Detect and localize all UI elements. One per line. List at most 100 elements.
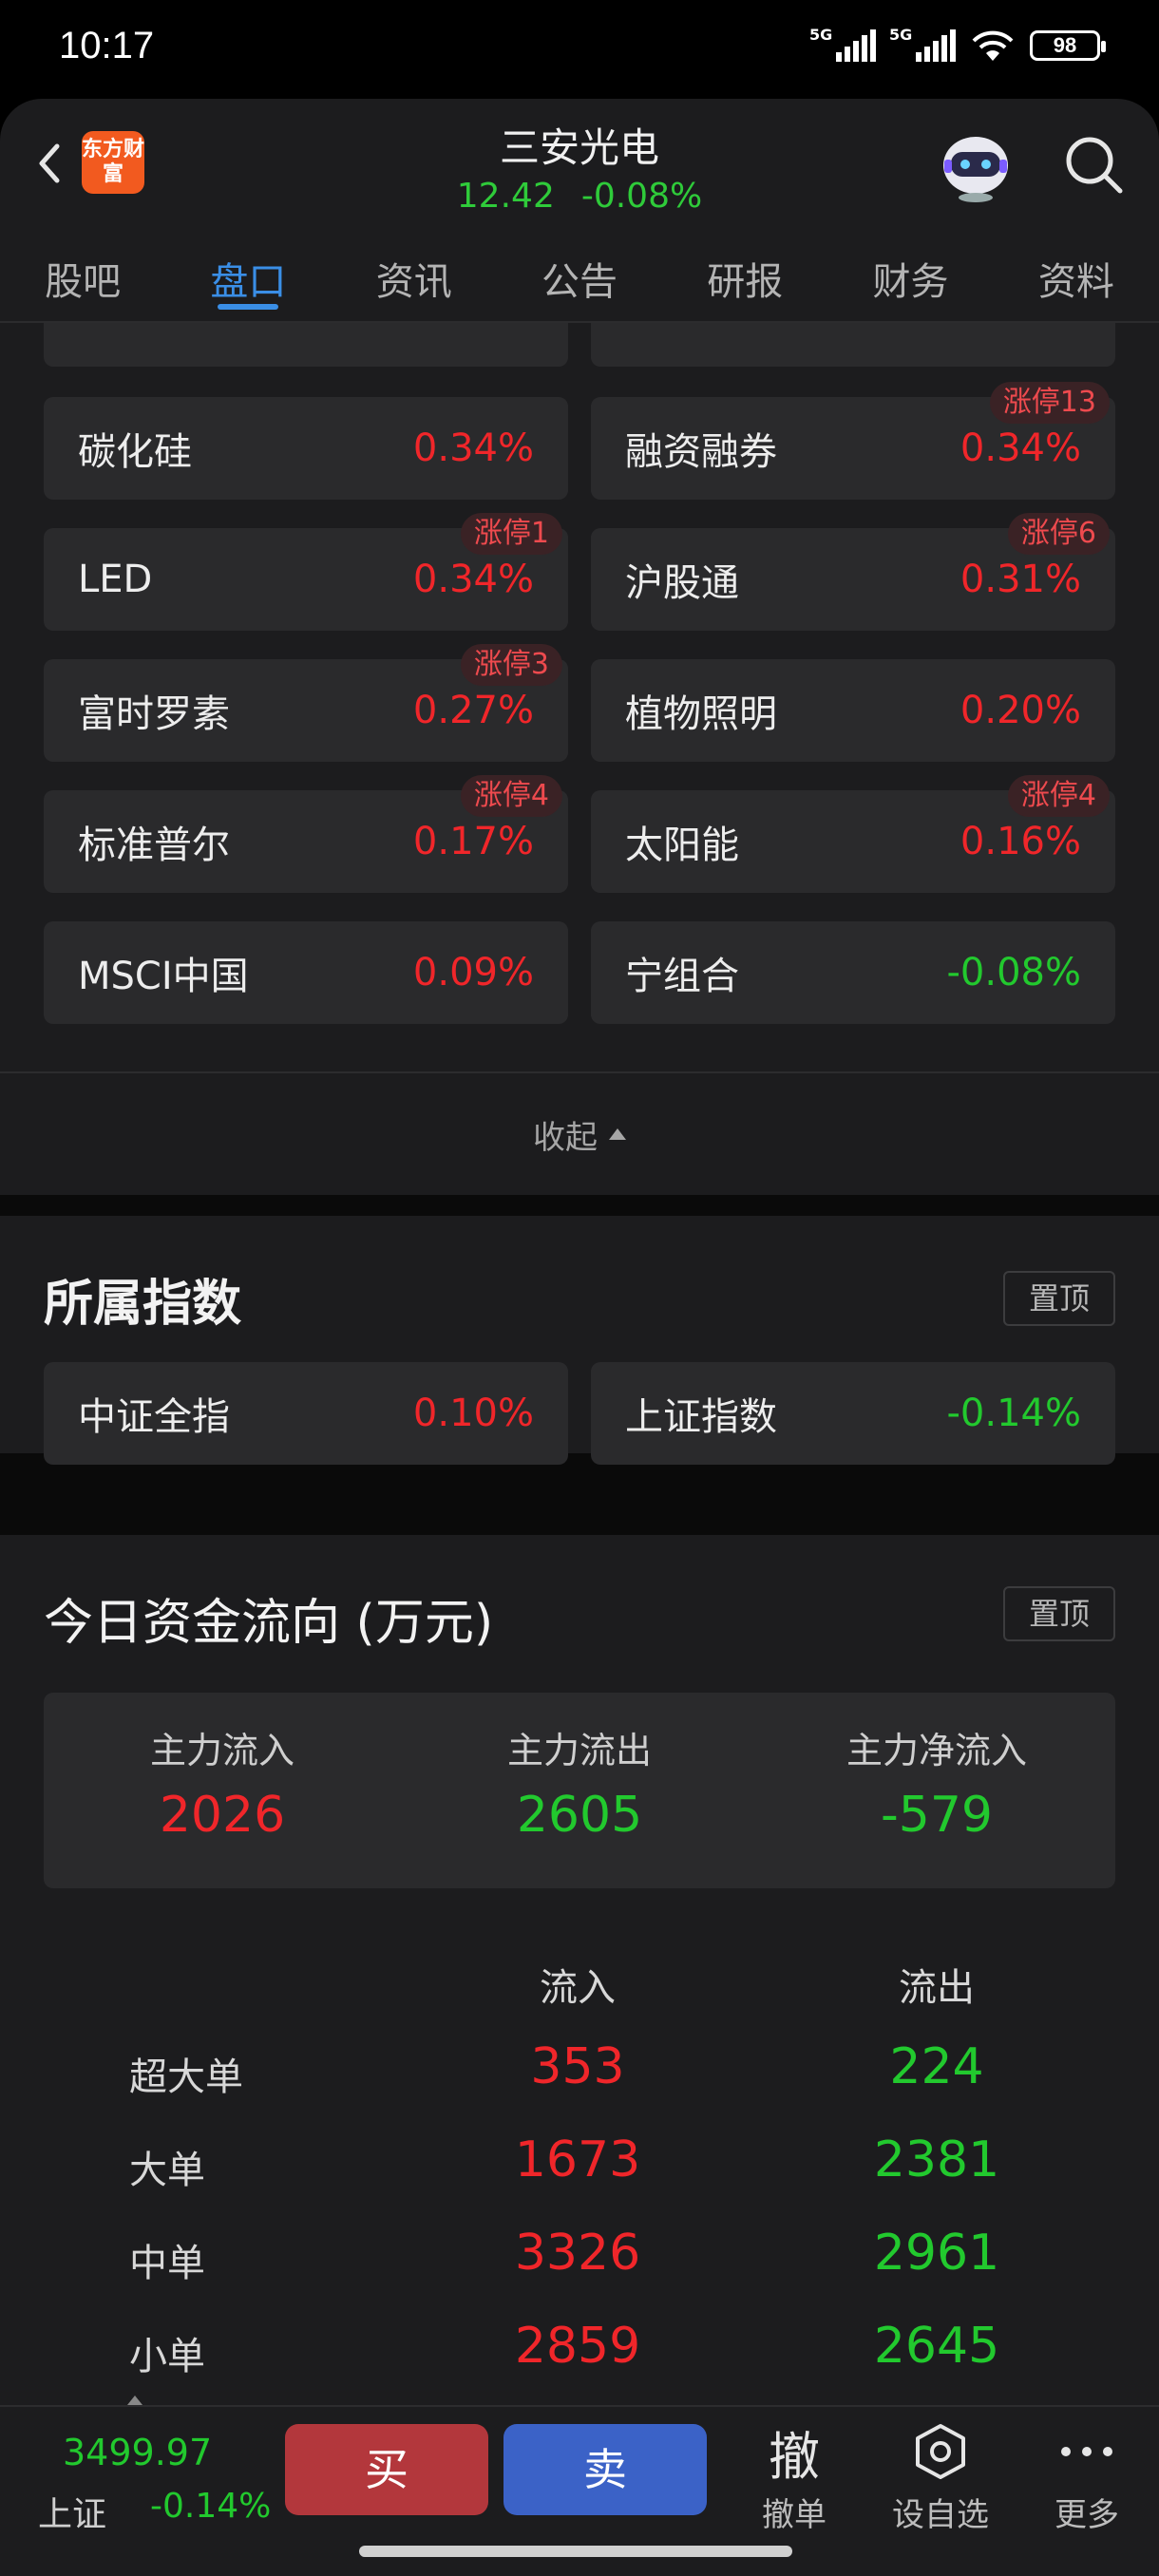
concept-pct: 0.27% [412, 689, 534, 732]
caret-up-icon [609, 1128, 626, 1140]
concept-name: 太阳能 [625, 824, 739, 867]
market-index-name[interactable]: 上证 [38, 2487, 106, 2536]
indices-section: 所属指数 置顶 中证全指 0.10% 上证指数 -0.14% [0, 1216, 1159, 1465]
row-label: 小单 [129, 2335, 205, 2378]
row-out-value: 224 [889, 2038, 984, 2095]
tab-research[interactable]: 研报 [662, 228, 827, 321]
concept-cell[interactable]: 富时罗素 0.27% 涨停3 [44, 644, 568, 762]
concept-cell[interactable]: 宁组合 -0.08% [591, 921, 1115, 1024]
section-title: 今日资金流向 (万元) [44, 1595, 494, 1652]
concept-pct: 0.09% [412, 951, 534, 994]
limit-up-badge: 涨停13 [989, 382, 1110, 424]
concept-cell[interactable]: 太阳能 0.16% 涨停4 [591, 775, 1115, 893]
concept-cell[interactable]: MSCI中国 0.09% [44, 921, 568, 1024]
concept-name: LED [78, 558, 153, 601]
concept-name: 沪股通 [625, 561, 739, 605]
section-title: 所属指数 [44, 1276, 242, 1333]
index-name: 中证全指 [78, 1395, 230, 1439]
cancel-order-button[interactable]: 撤 撤单 [728, 2418, 861, 2535]
concept-cell-cut[interactable] [591, 323, 1115, 367]
concept-pct: -0.08% [946, 951, 1081, 994]
concept-name: 植物照明 [625, 692, 777, 736]
add-watchlist-button[interactable]: 设自选 [874, 2418, 1007, 2535]
cellular-signal-icon-2: 5G [889, 26, 956, 62]
caret-up-icon[interactable] [127, 2396, 142, 2405]
concept-pct: 0.34% [412, 558, 534, 601]
collapse-button[interactable]: 收起 [0, 1071, 1159, 1195]
concept-pct: 0.34% [960, 426, 1081, 470]
add-watchlist-label: 设自选 [892, 2496, 989, 2534]
row-in-value: 353 [530, 2038, 625, 2095]
tab-finance[interactable]: 财务 [827, 228, 993, 321]
fund-flow-section: 今日资金流向 (万元) 置顶 主力流入 2026 主力流出 2605 主力净流入… [0, 1535, 1159, 2405]
market-index-change[interactable]: -0.14% [150, 2487, 271, 2526]
tab-pankou[interactable]: 盘口 [165, 228, 331, 321]
column-header-out: 流出 [899, 1966, 975, 2010]
more-button[interactable]: 更多 [1020, 2418, 1153, 2535]
concept-section: 碳化硅 0.34% 融资融券 0.34% 涨停13 LED 0.34% 涨停1 … [0, 323, 1159, 1195]
concept-cell[interactable]: 融资融券 0.34% 涨停13 [591, 382, 1115, 500]
limit-up-badge: 涨停4 [1007, 775, 1110, 817]
concept-name: 碳化硅 [78, 430, 192, 474]
row-label: 大单 [129, 2149, 205, 2192]
concept-name: 宁组合 [625, 955, 739, 998]
flow-label: 主力流入 [149, 1730, 294, 1771]
row-label: 中单 [129, 2242, 205, 2285]
main-flow-summary: 主力流入 2026 主力流出 2605 主力净流入 -579 [44, 1693, 1115, 1888]
status-bar: 10:17 5G 5G 98 [0, 0, 1159, 99]
concept-cell[interactable]: LED 0.34% 涨停1 [44, 513, 568, 631]
concept-name: 标准普尔 [78, 824, 230, 867]
stock-price: 12.42 [456, 177, 555, 216]
home-indicator[interactable] [359, 2546, 792, 2557]
flow-label: 主力流出 [506, 1730, 652, 1771]
hexagon-settings-icon [916, 2424, 965, 2479]
pin-top-button[interactable]: 置顶 [1003, 1271, 1115, 1326]
tab-announcements[interactable]: 公告 [497, 228, 662, 321]
limit-up-badge: 涨停4 [460, 775, 562, 817]
index-name: 上证指数 [625, 1395, 777, 1439]
assistant-robot-icon[interactable] [935, 127, 1016, 203]
index-cell[interactable]: 上证指数 -0.14% [591, 1362, 1115, 1465]
battery-icon: 98 [1030, 30, 1106, 61]
concept-name: 融资融券 [625, 430, 777, 474]
limit-up-badge: 涨停1 [460, 513, 562, 555]
row-in-value: 2859 [514, 2318, 641, 2375]
concept-pct: 0.31% [960, 558, 1081, 601]
market-index-value[interactable]: 3499.97 [63, 2432, 212, 2473]
concept-name: 富时罗素 [78, 692, 230, 736]
column-header-in: 流入 [540, 1966, 616, 2010]
search-icon[interactable] [1060, 131, 1127, 198]
concept-cell[interactable]: 碳化硅 0.34% [44, 397, 568, 500]
concept-pct: 0.17% [412, 820, 534, 863]
content-scroll[interactable]: 碳化硅 0.34% 融资融券 0.34% 涨停13 LED 0.34% 涨停1 … [0, 323, 1159, 2405]
pin-top-button[interactable]: 置顶 [1003, 1586, 1115, 1641]
tab-guba[interactable]: 股吧 [0, 228, 165, 321]
wifi-icon [972, 30, 1014, 61]
concept-pct: 0.20% [960, 689, 1081, 732]
tab-profile[interactable]: 资料 [994, 228, 1159, 321]
stock-change: -0.08% [580, 177, 703, 216]
index-cell[interactable]: 中证全指 0.10% [44, 1362, 568, 1465]
status-time: 10:17 [59, 25, 155, 66]
flow-value: -579 [880, 1787, 993, 1844]
row-out-value: 2645 [873, 2318, 1000, 2375]
concept-cell-cut[interactable] [44, 323, 568, 367]
tab-news[interactable]: 资讯 [332, 228, 497, 321]
concept-cell[interactable]: 标准普尔 0.17% 涨停4 [44, 775, 568, 893]
sell-button[interactable]: 卖 [504, 2424, 707, 2515]
buy-button[interactable]: 买 [285, 2424, 488, 2515]
row-label: 超大单 [129, 2055, 243, 2099]
concept-name: MSCI中国 [78, 955, 249, 998]
concept-cell[interactable]: 植物照明 0.20% [591, 659, 1115, 762]
more-dots-icon [1061, 2447, 1112, 2456]
cellular-signal-icon: 5G [809, 26, 876, 62]
row-in-value: 1673 [514, 2131, 641, 2188]
index-pct: -0.14% [946, 1392, 1081, 1435]
concept-cell[interactable]: 沪股通 0.31% 涨停6 [591, 513, 1115, 631]
row-out-value: 2381 [873, 2131, 1000, 2188]
cancel-order-icon: 撤 [769, 2426, 820, 2487]
tab-bar: 股吧 盘口 资讯 公告 研报 财务 资料 [0, 228, 1159, 323]
row-in-value: 3326 [514, 2225, 641, 2282]
more-label: 更多 [1054, 2496, 1119, 2534]
limit-up-badge: 涨停3 [460, 644, 562, 686]
